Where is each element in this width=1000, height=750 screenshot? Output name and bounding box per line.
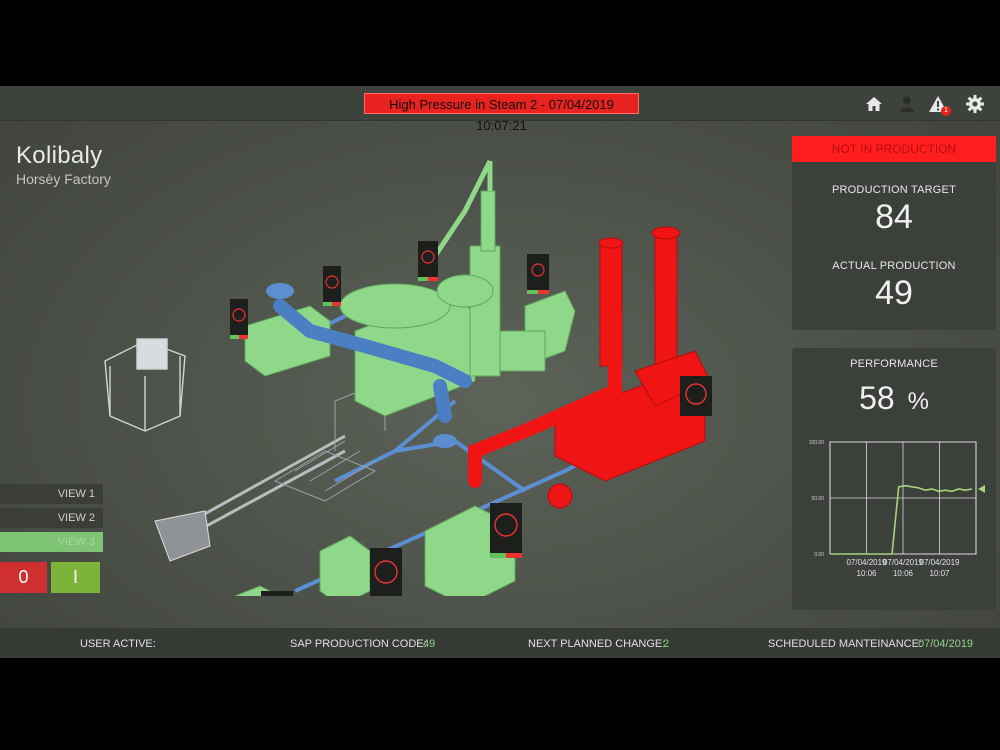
- home-icon[interactable]: [864, 94, 884, 114]
- maintenance-value: 07/04/2019: [918, 638, 974, 650]
- x-tick-date: 07/04/2019: [883, 558, 924, 567]
- alert-count-badge: 1: [941, 106, 951, 116]
- app-window: High Pressure in Steam 2 - 07/04/2019 10…: [0, 86, 1000, 658]
- y-tick-label: 50.00: [811, 496, 824, 502]
- x-tick-time: 10:07: [929, 569, 950, 578]
- start-button[interactable]: I: [51, 562, 100, 593]
- stop-button[interactable]: 0: [0, 562, 47, 593]
- actual-production-value: 49: [875, 274, 913, 312]
- view-3-button[interactable]: VIEW 3: [0, 532, 103, 552]
- production-target-value: 84: [875, 198, 913, 236]
- warning-icon[interactable]: 1: [928, 94, 951, 116]
- next-change-value: 2: [663, 638, 670, 650]
- performance-unit: %: [907, 388, 929, 415]
- performance-panel: PERFORMANCE 58 % 100.00 50.00 0.00 07/04/20…: [792, 348, 996, 610]
- view-1-button[interactable]: VIEW 1: [0, 484, 103, 504]
- production-target-label: PRODUCTION TARGET: [832, 184, 956, 196]
- y-tick-label: 100.00: [809, 440, 825, 446]
- sap-code-label: SAP PRODUCTION CODE:: [290, 638, 427, 650]
- production-status-badge: NOT IN PRODUCTION: [792, 136, 996, 162]
- view-selector: VIEW 1 VIEW 2 VIEW 3: [0, 484, 103, 556]
- user-active-label: USER ACTIVE:: [80, 638, 156, 650]
- sap-code-value: 49: [423, 638, 436, 650]
- y-tick-label: 0.00: [814, 552, 824, 558]
- performance-chart: 100.00 50.00 0.00 07/04/2019 10:06 07/04/2019…: [809, 440, 985, 578]
- alarm-banner[interactable]: High Pressure in Steam 2 - 07/04/2019 10…: [364, 93, 639, 133]
- actual-production-label: ACTUAL PRODUCTION: [832, 260, 956, 272]
- next-change-label: NEXT PLANNED CHANGE:: [528, 638, 666, 650]
- performance-label: PERFORMANCE: [850, 358, 938, 370]
- performance-value-row: 58 %: [792, 380, 996, 417]
- current-value-marker: [978, 485, 985, 494]
- plant-3d-view[interactable]: [95, 151, 735, 596]
- x-tick-date: 07/04/2019: [919, 558, 960, 567]
- maintenance-label: SCHEDULED MANTEINANCE:: [768, 638, 923, 650]
- x-tick-time: 10:06: [856, 569, 877, 578]
- platform-structure: [104, 338, 186, 432]
- user-icon[interactable]: [897, 94, 917, 114]
- x-tick-time: 10:06: [893, 569, 914, 578]
- production-panel: NOT IN PRODUCTION PRODUCTION TARGET 84 A…: [792, 136, 996, 330]
- performance-value: 58: [859, 380, 895, 416]
- hopper: [154, 510, 211, 562]
- top-bar: High Pressure in Steam 2 - 07/04/2019 10…: [0, 86, 1000, 133]
- x-tick-date: 07/04/2019: [846, 558, 887, 567]
- series-line: [832, 484, 973, 555]
- view-2-button[interactable]: VIEW 2: [0, 508, 103, 528]
- status-footer: USER ACTIVE: SAP PRODUCTION CODE: 49 NEX…: [0, 628, 1000, 658]
- gear-icon[interactable]: [965, 94, 985, 114]
